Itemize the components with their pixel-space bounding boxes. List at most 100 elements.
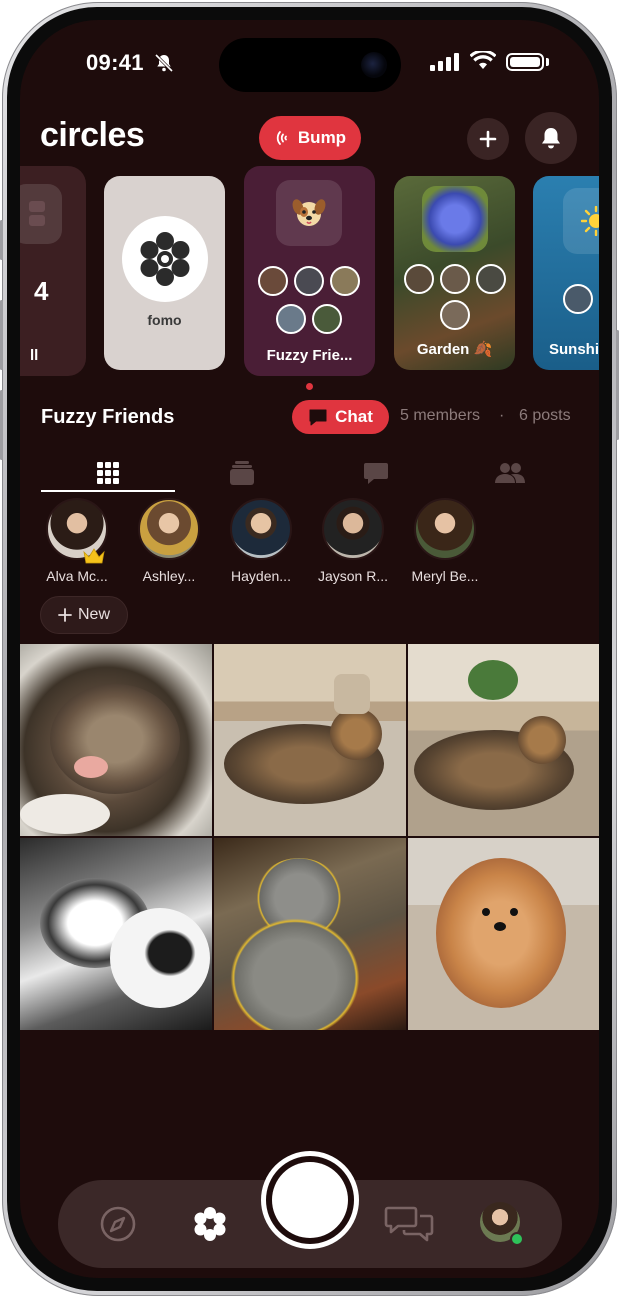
dog-eye xyxy=(510,908,518,916)
post-photo-cat-on-chair[interactable] xyxy=(214,644,406,836)
tab-members[interactable] xyxy=(443,454,577,492)
plus-icon xyxy=(479,130,497,148)
new-label: New xyxy=(77,606,110,623)
meta-separator: · xyxy=(499,407,505,424)
screen: 09:41 circles Bump 4 ll fomo Fuzzy Frie.… xyxy=(20,20,599,1278)
crown-icon xyxy=(83,548,105,564)
action-button xyxy=(0,220,3,260)
new-post-button[interactable]: New xyxy=(40,596,128,634)
dog-fur xyxy=(436,858,566,1008)
online-status-indicator xyxy=(510,1232,524,1246)
member-jayson[interactable]: Jayson R... xyxy=(313,498,393,584)
chat-bubble-icon xyxy=(364,463,388,484)
bell-icon xyxy=(542,128,560,149)
member-name: Hayden... xyxy=(231,568,291,584)
avatar xyxy=(322,498,384,560)
battery-nub xyxy=(546,58,549,66)
chats-button[interactable] xyxy=(384,1204,436,1244)
plus-icon xyxy=(58,608,72,622)
circle-label: Sunshi xyxy=(549,341,599,358)
post-photo-gray-cat[interactable] xyxy=(214,838,406,1030)
explore-button[interactable] xyxy=(98,1204,138,1244)
post-count: 6 posts xyxy=(519,407,571,424)
notifications-button[interactable] xyxy=(525,112,577,164)
member-avatar xyxy=(330,266,360,296)
cat-nose xyxy=(74,756,108,778)
tab-grid[interactable] xyxy=(41,454,175,492)
post-photo-sleeping-cat[interactable] xyxy=(20,644,212,836)
stack-icon xyxy=(230,461,254,485)
cat-paw xyxy=(20,794,110,834)
sun-icon xyxy=(581,206,599,236)
wifi-icon xyxy=(470,51,496,69)
bump-button[interactable]: Bump xyxy=(259,116,361,160)
circle-card-fomo[interactable]: fomo xyxy=(104,176,225,370)
member-hayden[interactable]: Hayden... xyxy=(221,498,301,584)
volume-up-button xyxy=(0,300,3,370)
dog-nose xyxy=(494,922,506,931)
tab-chat[interactable] xyxy=(309,454,443,492)
member-avatar xyxy=(258,266,288,296)
camera-shutter-button[interactable] xyxy=(261,1151,359,1249)
tab-stack[interactable] xyxy=(175,454,309,492)
dog-eye xyxy=(482,908,490,916)
circle-count: 4 xyxy=(34,276,49,306)
member-name: Meryl Be... xyxy=(411,568,479,584)
add-circle-button[interactable] xyxy=(467,118,509,160)
circle-card-partial[interactable]: 4 ll xyxy=(20,166,86,376)
cat-body xyxy=(230,918,360,1030)
vase xyxy=(334,674,370,714)
dog-face-icon xyxy=(292,199,326,226)
circle-tile xyxy=(20,184,62,244)
circle-emoji-tile xyxy=(563,188,599,254)
member-alva[interactable]: Alva Mc... xyxy=(37,498,117,584)
circle-card-garden[interactable]: Garden 🍂 xyxy=(394,176,515,370)
circle-title: Fuzzy Friends xyxy=(41,406,175,428)
avatar xyxy=(138,498,200,560)
post-photo-cat-living-room[interactable] xyxy=(408,644,599,836)
circles-tab-button[interactable] xyxy=(190,1204,230,1244)
member-count: 5 members xyxy=(400,407,481,424)
circles-icon xyxy=(194,1207,226,1241)
people-icon xyxy=(495,463,525,483)
plant xyxy=(468,660,518,700)
battery-icon xyxy=(506,53,544,71)
volume-down-button xyxy=(0,390,3,460)
app-grid-icon xyxy=(29,201,45,226)
circle-label: Garden 🍂 xyxy=(416,341,493,358)
avatar xyxy=(414,498,476,560)
chat-button[interactable]: Chat xyxy=(292,400,389,434)
clock: 09:41 xyxy=(86,50,144,75)
grid-icon xyxy=(97,462,119,484)
member-ashley[interactable]: Ashley... xyxy=(129,498,209,584)
cat-shape xyxy=(50,684,180,794)
member-avatar xyxy=(476,264,506,294)
compass-icon xyxy=(100,1206,136,1242)
member-name: Ashley... xyxy=(142,568,196,584)
status-bar: 09:41 xyxy=(20,20,599,110)
active-circle-indicator xyxy=(306,383,313,390)
post-photo-guinea-pigs[interactable] xyxy=(20,838,212,1030)
post-photo-pomeranian[interactable] xyxy=(408,838,599,1030)
member-name: Alva Mc... xyxy=(46,568,108,584)
cat-head xyxy=(518,716,566,764)
chat-bubble-icon xyxy=(309,409,327,426)
front-camera xyxy=(361,52,387,78)
member-avatar xyxy=(404,264,434,294)
circle-card-fuzzy-friends[interactable]: Fuzzy Frie... xyxy=(244,166,375,376)
circle-label: Fuzzy Frie... xyxy=(266,347,353,364)
chats-icon xyxy=(384,1206,434,1242)
member-meryl[interactable]: Meryl Be... xyxy=(405,498,485,584)
silent-mode-icon xyxy=(154,53,174,73)
fomo-flower-icon xyxy=(122,216,208,302)
circle-card-sunshine[interactable]: Sunshi xyxy=(533,176,599,370)
circle-emoji-tile xyxy=(276,180,342,246)
avatar xyxy=(230,498,292,560)
chat-label: Chat xyxy=(335,407,373,426)
vibration-icon xyxy=(276,131,287,145)
member-avatar xyxy=(440,264,470,294)
member-avatar xyxy=(563,284,593,314)
garden-flower-tile xyxy=(422,186,488,252)
circle-label: ll xyxy=(30,347,39,364)
member-avatar xyxy=(312,304,342,334)
